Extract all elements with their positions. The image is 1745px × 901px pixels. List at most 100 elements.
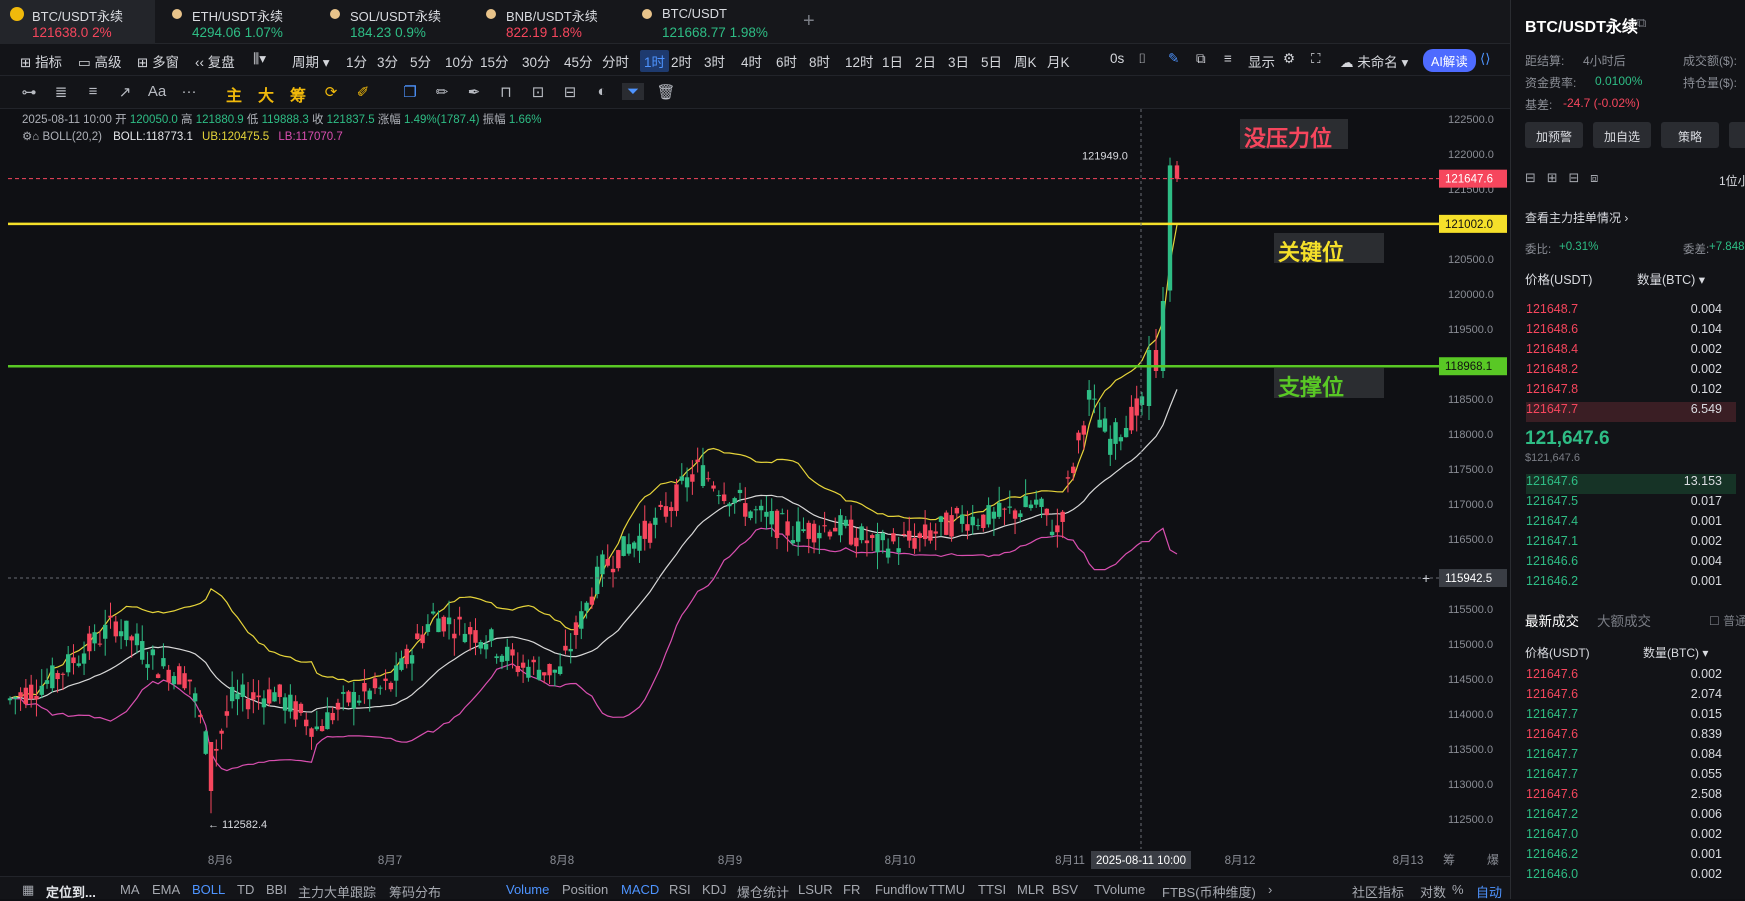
bid-row[interactable]: 121647.4 0.001: [1526, 514, 1736, 534]
interval-7[interactable]: 分时: [602, 51, 629, 71]
fullscreen-icon[interactable]: ⛶: [1311, 51, 1320, 67]
ai-analysis-button[interactable]: AI解读: [1423, 49, 1476, 72]
boll-label[interactable]: BOLL(20,2): [42, 131, 101, 143]
horizontal-line-icon[interactable]: ⊶: [18, 83, 40, 101]
add-tab-button[interactable]: +: [803, 10, 815, 33]
magnet-icon[interactable]: ⊓: [495, 83, 517, 101]
interval-6[interactable]: 45分: [564, 51, 593, 71]
multi-window-button[interactable]: ⊞ 多窗: [137, 51, 179, 71]
candle-type-icon[interactable]: ⫼▾: [253, 51, 266, 67]
big-trades-tab[interactable]: 大额成交: [1597, 610, 1651, 630]
interval-10[interactable]: 3时: [704, 51, 725, 71]
copy-icon[interactable]: ❐: [399, 83, 421, 101]
interval-3[interactable]: 10分: [445, 51, 474, 71]
trade-row[interactable]: 121647.6 0.839: [1526, 727, 1736, 747]
trade-col-qty[interactable]: 数量(BTC) ▾: [1643, 644, 1708, 661]
sub-indicator-4[interactable]: KDJ: [702, 882, 727, 897]
sub-indicator-14[interactable]: FTBS(币种维度): [1162, 882, 1256, 901]
ask-row[interactable]: 121648.2 0.002: [1526, 362, 1736, 382]
trade-row[interactable]: 121647.7 0.055: [1526, 767, 1736, 787]
interval-2[interactable]: 5分: [410, 51, 431, 71]
sub-indicator-7[interactable]: FR: [843, 882, 860, 897]
interval-5[interactable]: 30分: [522, 51, 551, 71]
interval-8[interactable]: 1时: [640, 50, 670, 72]
trade-row[interactable]: 121647.7 0.015: [1526, 707, 1736, 727]
interval-11[interactable]: 4时: [741, 51, 762, 71]
main-indicator-1[interactable]: EMA: [152, 882, 180, 897]
filter-icon[interactable]: ⏷: [622, 83, 644, 100]
layout-name-dropdown[interactable]: ☁ 未命名 ▾: [1340, 51, 1408, 71]
percent-toggle[interactable]: %: [1452, 882, 1464, 897]
trade-row[interactable]: 121647.2 0.006: [1526, 807, 1736, 827]
main-indicator-4[interactable]: BBI: [266, 882, 287, 897]
more-button[interactable]: [1729, 122, 1745, 148]
sync-icon[interactable]: ⟳: [320, 83, 342, 101]
big-toggle[interactable]: 大: [258, 82, 274, 106]
sub-indicator-6[interactable]: LSUR: [798, 882, 833, 897]
camera-icon[interactable]: ⌷: [1138, 51, 1146, 67]
settings-icon[interactable]: ⚙: [1283, 51, 1295, 67]
sub-indicator-8[interactable]: Fundflow: [875, 882, 928, 897]
list-icon[interactable]: ≡: [1224, 51, 1232, 66]
ob-col-qty[interactable]: 数量(BTC) ▾: [1637, 269, 1705, 288]
trade-row[interactable]: 121647.7 0.084: [1526, 747, 1736, 767]
precision-select[interactable]: 1位小: [1719, 172, 1745, 189]
main-orders-link[interactable]: 查看主力挂单情况 ›: [1525, 209, 1628, 226]
tab-btc-perp[interactable]: BTC/USDT永续 121638.0 2%: [0, 0, 155, 44]
trend-line-icon[interactable]: ↗: [114, 83, 136, 101]
sub-indicator-12[interactable]: BSV: [1052, 882, 1078, 897]
main-indicator-3[interactable]: TD: [237, 882, 254, 897]
interval-9[interactable]: 2时: [671, 51, 692, 71]
eye-icon[interactable]: ◐: [591, 83, 613, 100]
replay-button[interactable]: ‹‹ 复盘: [195, 51, 235, 71]
sub-indicator-9[interactable]: TTMU: [929, 882, 965, 897]
interval-0[interactable]: 1分: [346, 51, 367, 71]
interval-12[interactable]: 6时: [776, 51, 797, 71]
sub-indicator-1[interactable]: Position: [562, 882, 608, 897]
popout-icon[interactable]: ⧉: [1637, 15, 1646, 31]
interval-4[interactable]: 15分: [480, 51, 509, 71]
more-tools-icon[interactable]: ···: [178, 83, 200, 100]
calendar-icon[interactable]: ▦: [22, 882, 34, 898]
trade-row[interactable]: 121647.6 2.508: [1526, 787, 1736, 807]
ask-row[interactable]: 121647.7 6.549: [1526, 402, 1736, 422]
auto-toggle[interactable]: 自动: [1476, 882, 1502, 901]
more-arrow[interactable]: ›: [1268, 882, 1272, 897]
main-indicator-0[interactable]: MA: [120, 882, 140, 897]
parallel-lines-icon[interactable]: ≣: [50, 83, 72, 101]
share-icon[interactable]: ⟨⟩: [1480, 51, 1491, 67]
tab-eth-perp[interactable]: ETH/USDT永续 4294.06 1.07%: [160, 0, 315, 44]
interval-14[interactable]: 12时: [845, 51, 874, 71]
sub-indicator-0[interactable]: Volume: [506, 882, 549, 897]
interval-18[interactable]: 5日: [981, 51, 1002, 71]
sub-indicator-11[interactable]: MLR: [1017, 882, 1044, 897]
trash-icon[interactable]: 🗑: [655, 83, 677, 101]
add-watchlist-button[interactable]: 加自选: [1593, 122, 1651, 148]
add-alert-button[interactable]: 加预警: [1525, 122, 1583, 148]
interval-1[interactable]: 3分: [377, 51, 398, 71]
ask-row[interactable]: 121648.4 0.002: [1526, 342, 1736, 362]
trade-row[interactable]: 121646.2 0.001: [1526, 847, 1736, 867]
normal-checkbox[interactable]: ☐ 普通: [1709, 612, 1745, 629]
sub-indicator-2[interactable]: MACD: [621, 882, 659, 897]
brush-icon[interactable]: ✐: [352, 83, 374, 101]
sub-indicator-10[interactable]: TTSI: [978, 882, 1006, 897]
trade-row[interactable]: 121647.6 2.074: [1526, 687, 1736, 707]
main-indicator-2[interactable]: BOLL: [192, 882, 225, 897]
ruler-icon[interactable]: ✏: [431, 83, 453, 101]
tab-sol-perp[interactable]: SOL/USDT永续 184.23 0.9%: [318, 0, 473, 44]
ask-row[interactable]: 121648.7 0.004: [1526, 302, 1736, 322]
popout-icon[interactable]: ⧉: [1196, 51, 1206, 67]
lock-icon[interactable]: ⊡: [527, 83, 549, 101]
interval-16[interactable]: 2日: [915, 51, 936, 71]
sub-indicator-5[interactable]: 爆仓统计: [737, 882, 789, 901]
seconds-button[interactable]: 0s: [1110, 51, 1124, 66]
chips-toggle[interactable]: 筹: [290, 82, 306, 106]
ask-row[interactable]: 121647.8 0.102: [1526, 382, 1736, 402]
pen-icon[interactable]: ✎: [1168, 51, 1179, 67]
book-both-icon[interactable]: ⊟ ⊞ ⊟ ⧈: [1525, 170, 1598, 186]
strategy-button[interactable]: 策略: [1661, 122, 1719, 148]
ask-row[interactable]: 121648.6 0.104: [1526, 322, 1736, 342]
locate-button[interactable]: 定位到...: [46, 882, 96, 901]
text-tool-icon[interactable]: Aa: [146, 83, 168, 100]
